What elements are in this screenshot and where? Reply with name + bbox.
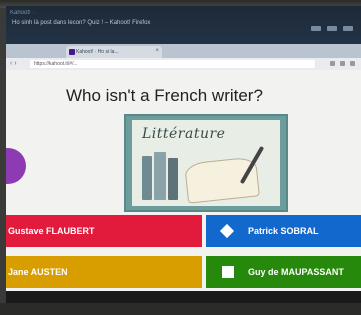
window-titlebar: Kahoot! · Ho sinh là post dans lecon? Qu… <box>6 6 361 44</box>
tab-close-icon[interactable]: × <box>155 48 159 54</box>
answer-red-button[interactable]: Gustave FLAUBERT <box>6 215 202 247</box>
menu-icon[interactable] <box>350 61 355 66</box>
url-input[interactable]: https://kahoot.it/#/... <box>30 60 315 68</box>
quiz-page: Who isn't a French writer? Littérature G… <box>6 70 361 303</box>
answer-label: Gustave FLAUBERT <box>8 226 95 236</box>
download-icon[interactable] <box>340 61 345 66</box>
book-icon <box>142 156 152 200</box>
open-book-icon <box>184 156 260 204</box>
browser-tab[interactable]: Kahoot! · Ho si la... × <box>66 46 162 58</box>
monitor-bezel-bottom <box>0 303 361 315</box>
book-icon <box>154 152 166 200</box>
image-caption: Littérature <box>142 126 226 142</box>
answer-label: Jane AUSTEN <box>8 267 68 277</box>
back-icon[interactable]: ‹ › <box>10 60 17 67</box>
kahoot-favicon-icon <box>69 49 75 55</box>
question-title: Who isn't a French writer? <box>66 86 263 105</box>
tab-bar <box>6 44 361 58</box>
answer-label: Guy de MAUPASSANT <box>248 267 344 277</box>
bookmark-icon[interactable] <box>330 61 335 66</box>
question-image-frame: Littérature <box>132 120 280 206</box>
answer-label: Patrick SOBRAL <box>248 226 319 236</box>
minimize-icon[interactable] <box>311 26 321 31</box>
diamond-icon <box>219 223 235 239</box>
answer-yellow-button[interactable]: Jane AUSTEN <box>6 256 202 288</box>
book-icon <box>168 158 178 200</box>
square-icon <box>222 266 234 278</box>
close-icon[interactable] <box>343 26 353 31</box>
toolbar-icons <box>330 61 355 66</box>
page-footer <box>6 291 361 303</box>
answer-blue-button[interactable]: Patrick SOBRAL <box>206 215 361 247</box>
maximize-icon[interactable] <box>327 26 337 31</box>
timer-circle <box>6 148 26 184</box>
monitor-screen: Kahoot! · Ho sinh là post dans lecon? Qu… <box>6 6 361 303</box>
answer-green-button[interactable]: Guy de MAUPASSANT <box>206 256 361 288</box>
window-controls[interactable] <box>311 26 353 31</box>
question-image: Littérature <box>124 114 288 212</box>
browser-tab-label: Kahoot! · Ho si la... <box>76 49 119 55</box>
window-title: Kahoot! · <box>10 10 35 16</box>
window-subtitle: Ho sinh là post dans lecon? Quiz ! – Kah… <box>12 20 151 26</box>
